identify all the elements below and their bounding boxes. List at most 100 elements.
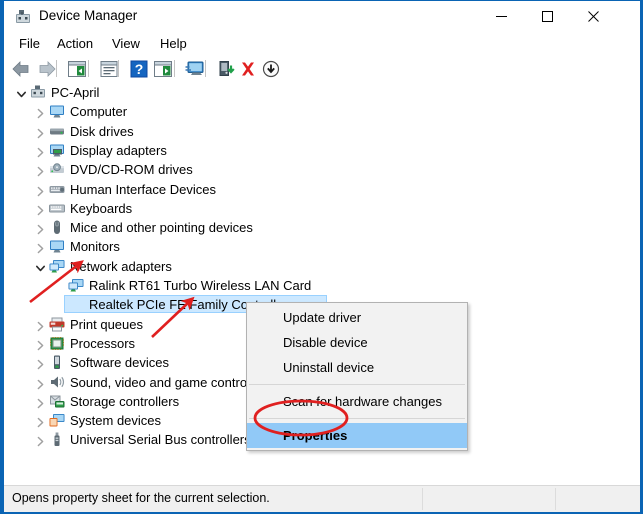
expand-toggle-expanded[interactable] [35, 261, 46, 272]
chevron-right-icon[interactable] [35, 224, 46, 235]
expand-toggle-collapsed[interactable] [35, 203, 46, 214]
chevron-right-icon[interactable] [35, 147, 46, 158]
expand-toggle-collapsed[interactable] [35, 338, 46, 349]
device-manager-window: Device Manager File Action View Help ? PC-A… [0, 0, 643, 514]
uninstall-device-icon [237, 58, 259, 80]
monitor-icon [49, 239, 65, 254]
computer-root-icon [30, 85, 46, 100]
expand-toggle-collapsed[interactable] [35, 357, 46, 368]
window-title: Device Manager [39, 8, 137, 23]
chevron-right-icon[interactable] [35, 398, 46, 409]
tree-item-label: Network adapters [70, 258, 172, 275]
expand-toggle-collapsed[interactable] [35, 106, 46, 117]
tree-row[interactable]: Display adapters [4, 141, 640, 160]
context-menu-item-uninstall-device[interactable]: Uninstall device [247, 355, 467, 380]
tree-item-label: Monitors [70, 238, 120, 255]
chevron-right-icon[interactable] [35, 436, 46, 447]
chevron-right-icon[interactable] [35, 340, 46, 351]
network-adapter-icon [68, 278, 84, 293]
tree-row[interactable]: Disk drives [4, 122, 640, 141]
status-separator [422, 488, 423, 510]
context-menu[interactable]: Update driverDisable deviceUninstall dev… [246, 302, 468, 451]
context-menu-item-scan-for-hardware-changes[interactable]: Scan for hardware changes [247, 389, 467, 414]
printer-icon [49, 317, 65, 332]
context-menu-item-update-driver[interactable]: Update driver [247, 305, 467, 330]
usb-icon [49, 432, 65, 447]
expand-toggle-collapsed[interactable] [35, 145, 46, 156]
chevron-right-icon[interactable] [35, 417, 46, 428]
chevron-right-icon[interactable] [35, 243, 46, 254]
menu-view[interactable]: View [107, 35, 145, 52]
chevron-right-icon[interactable] [35, 186, 46, 197]
tree-root-row[interactable]: PC-April [4, 83, 640, 102]
tree-row[interactable]: Keyboards [4, 199, 640, 218]
storage-controller-icon [49, 394, 65, 409]
expand-toggle-collapsed[interactable] [35, 319, 46, 330]
chevron-right-icon[interactable] [35, 359, 46, 370]
tree-row[interactable]: Mice and other pointing devices [4, 218, 640, 237]
help-button[interactable]: ? [128, 58, 150, 80]
show-hide-tree-button[interactable] [66, 58, 88, 80]
chevron-down-icon[interactable] [35, 263, 46, 274]
tree-item-label: Ralink RT61 Turbo Wireless LAN Card [89, 277, 311, 294]
maximize-button[interactable] [524, 1, 570, 31]
expand-toggle-collapsed[interactable] [35, 241, 46, 252]
minimize-button[interactable] [478, 1, 524, 31]
computer-root-icon [30, 85, 46, 100]
maximize-icon [542, 11, 553, 22]
network-adapter-icon [68, 278, 84, 293]
chevron-right-icon[interactable] [35, 205, 46, 216]
chevron-down-icon[interactable] [16, 89, 27, 100]
display-adapter-icon [49, 143, 65, 158]
expand-toggle-expanded[interactable] [16, 87, 27, 98]
context-menu-item-properties[interactable]: Properties [247, 423, 467, 448]
expand-toggle-collapsed[interactable] [35, 434, 46, 445]
svg-text:?: ? [135, 61, 144, 77]
expand-toggle-collapsed[interactable] [35, 222, 46, 233]
update-driver-button[interactable] [215, 58, 237, 80]
tree-row[interactable]: Network adapters [4, 257, 640, 276]
tree-row[interactable]: Computer [4, 102, 640, 121]
tree-item-label: Processors [70, 335, 135, 352]
status-separator [555, 488, 556, 510]
chevron-right-icon[interactable] [35, 166, 46, 177]
menu-action[interactable]: Action [52, 35, 98, 52]
chevron-right-icon[interactable] [35, 128, 46, 139]
mouse-icon [49, 220, 65, 235]
tree-row[interactable]: Ralink RT61 Turbo Wireless LAN Card [4, 276, 640, 295]
expand-toggle-collapsed[interactable] [35, 396, 46, 407]
forward-arrow-button[interactable] [35, 58, 57, 80]
properties-button[interactable] [98, 58, 120, 80]
status-text: Opens property sheet for the current sel… [12, 491, 270, 505]
tree-row[interactable]: Monitors [4, 237, 640, 256]
back-arrow-button[interactable] [11, 58, 33, 80]
expand-toggle-collapsed[interactable] [35, 184, 46, 195]
menu-bar: File Action View Help [4, 33, 640, 54]
chevron-right-icon[interactable] [35, 108, 46, 119]
menu-file[interactable]: File [14, 35, 45, 52]
chevron-right-icon[interactable] [35, 379, 46, 390]
show-hide-console-button[interactable] [152, 58, 174, 80]
expand-toggle-collapsed[interactable] [35, 164, 46, 175]
uninstall-device-button[interactable] [237, 58, 259, 80]
context-menu-item-disable-device[interactable]: Disable device [247, 330, 467, 355]
expand-toggle-collapsed[interactable] [35, 415, 46, 426]
scan-computer-button[interactable] [184, 58, 206, 80]
tree-row[interactable]: DVD/CD-ROM drives [4, 160, 640, 179]
disable-device-button[interactable] [260, 58, 282, 80]
menu-help[interactable]: Help [155, 35, 192, 52]
expand-toggle-collapsed[interactable] [35, 377, 46, 388]
sound-icon [49, 375, 65, 390]
expand-toggle-collapsed[interactable] [35, 126, 46, 137]
keyboard-icon [49, 201, 65, 216]
chevron-right-icon[interactable] [35, 321, 46, 332]
context-menu-separator [249, 384, 465, 385]
usb-icon [49, 432, 65, 447]
back-arrow-icon [11, 58, 33, 80]
computer-icon [49, 104, 65, 119]
tree-item-label: System devices [70, 412, 161, 429]
tree-row[interactable]: Human Interface Devices [4, 180, 640, 199]
tree-item-label: Universal Serial Bus controllers [70, 431, 251, 448]
close-button[interactable] [570, 1, 616, 31]
disk-drive-icon [49, 124, 65, 139]
